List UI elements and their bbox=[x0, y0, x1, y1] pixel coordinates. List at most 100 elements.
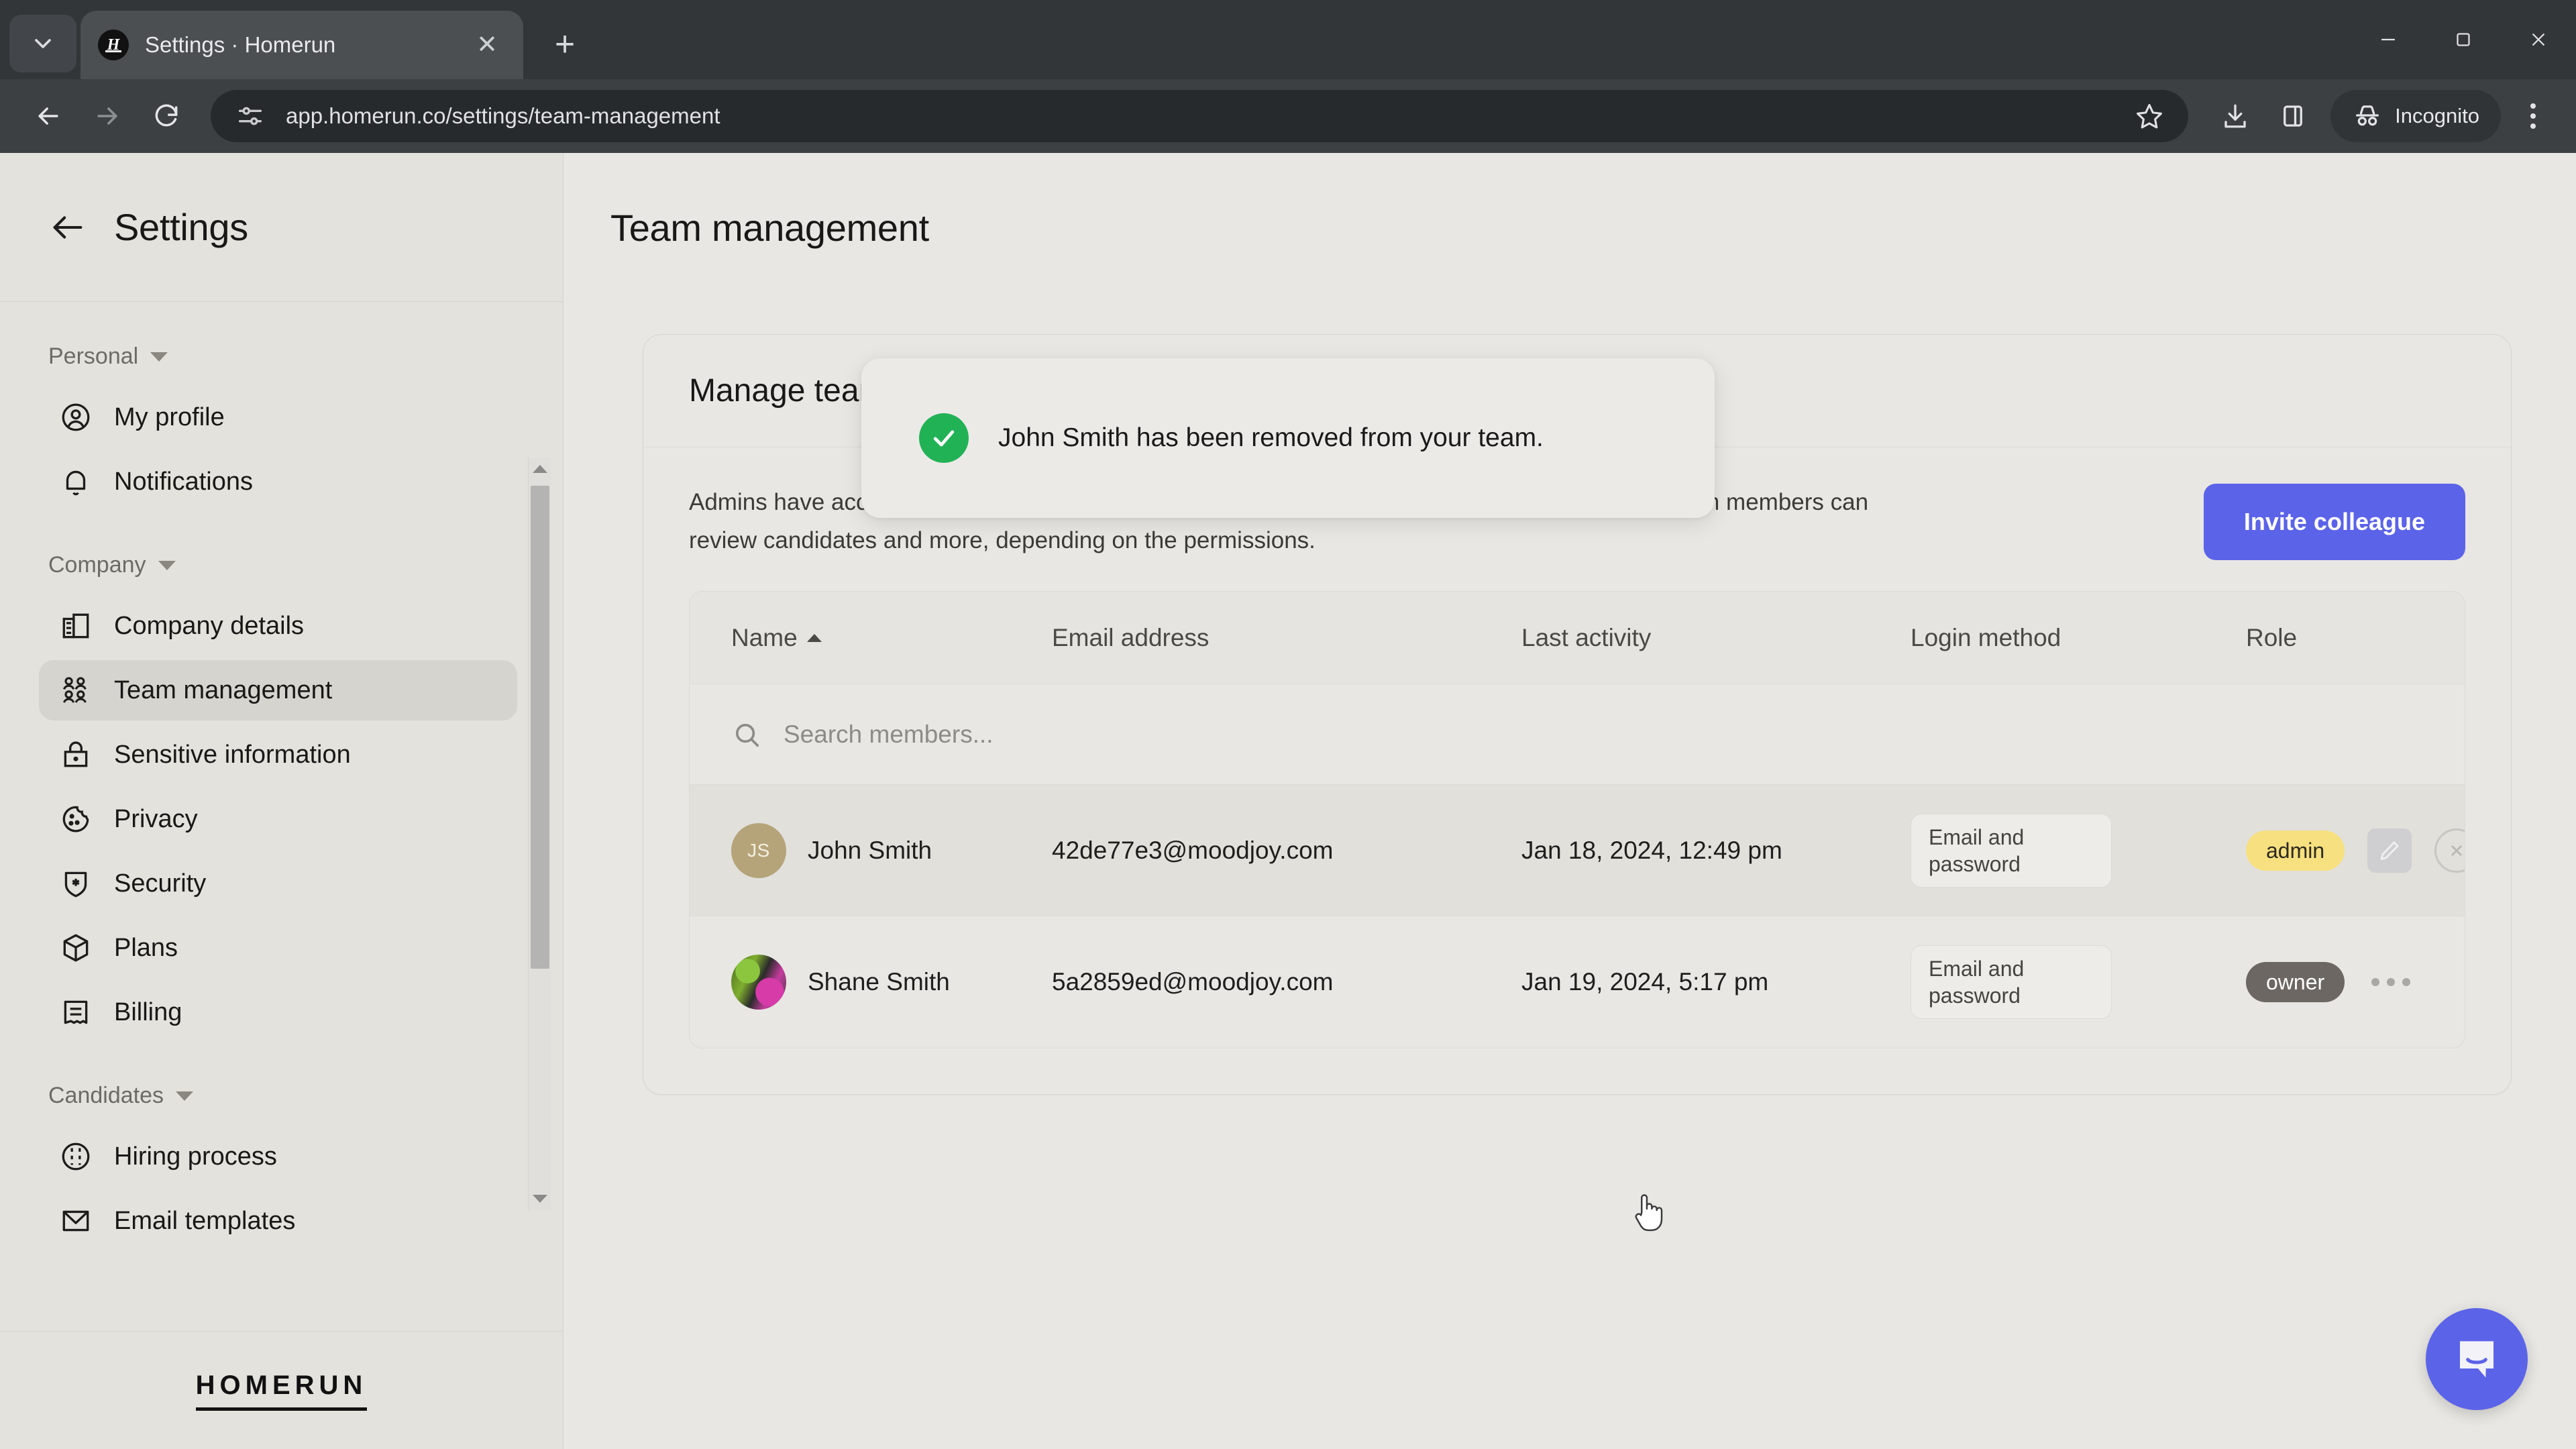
member-email: 42de77e3@moodjoy.com bbox=[1052, 836, 1334, 864]
sidebar-item-email-templates[interactable]: Email templates bbox=[39, 1191, 517, 1251]
new-tab-button[interactable]: + bbox=[538, 17, 592, 71]
caret-down-icon bbox=[533, 1195, 547, 1203]
sidebar-header: Settings bbox=[0, 153, 563, 302]
nav-group-candidates-header[interactable]: Candidates bbox=[0, 1083, 563, 1109]
building-icon bbox=[62, 613, 89, 639]
close-icon bbox=[2451, 845, 2462, 856]
column-header-label: Name bbox=[731, 623, 798, 651]
sidebar-scrollbar[interactable] bbox=[528, 458, 551, 1210]
member-email: 5a2859ed@moodjoy.com bbox=[1052, 968, 1334, 996]
tab-title: Settings · Homerun bbox=[145, 32, 336, 57]
favicon-letter: H bbox=[107, 36, 120, 54]
edit-icon bbox=[2380, 841, 2399, 860]
star-icon[interactable] bbox=[2135, 101, 2164, 131]
column-header-name[interactable]: Name bbox=[690, 624, 1052, 652]
maximize-button[interactable] bbox=[2426, 0, 2501, 79]
sidebar-item-company-details[interactable]: Company details bbox=[39, 596, 517, 656]
window-close-icon bbox=[2532, 33, 2545, 46]
column-header-last-activity[interactable]: Last activity bbox=[1521, 624, 1911, 652]
page-viewport: Settings Personal My profile Notificatio… bbox=[0, 153, 2576, 1449]
chevron-down-icon bbox=[150, 352, 168, 362]
site-settings-icon[interactable] bbox=[235, 101, 266, 131]
sidebar-item-privacy[interactable]: Privacy bbox=[39, 789, 517, 849]
search-input[interactable]: Search members... bbox=[784, 720, 994, 749]
scroll-down-arrow[interactable] bbox=[529, 1187, 551, 1210]
menu-dot bbox=[2530, 103, 2536, 109]
more-options-button[interactable] bbox=[2371, 978, 2411, 986]
table-row[interactable]: JS John Smith 42de77e3@moodjoy.com Jan 1… bbox=[690, 785, 2465, 916]
lock-icon bbox=[64, 741, 88, 767]
chat-bubble-icon bbox=[2460, 1341, 2493, 1378]
sidebar-item-label: Company details bbox=[114, 611, 305, 640]
more-options-icon bbox=[2402, 978, 2411, 986]
login-method-pill: Email and password bbox=[1911, 945, 2112, 1019]
column-header-role[interactable]: Role bbox=[2246, 624, 2465, 652]
column-header-email[interactable]: Email address bbox=[1052, 624, 1521, 652]
member-role-cell: admin bbox=[2246, 828, 2465, 873]
role-badge: owner bbox=[2246, 962, 2345, 1002]
close-window-button[interactable] bbox=[2501, 0, 2576, 79]
sidebar-title: Settings bbox=[114, 206, 248, 248]
scroll-up-arrow[interactable] bbox=[529, 458, 551, 480]
sidebar-item-sensitive-information[interactable]: Sensitive information bbox=[39, 724, 517, 785]
member-name-cell: JS John Smith bbox=[690, 822, 1052, 878]
chevron-down-icon bbox=[35, 39, 51, 48]
address-bar[interactable]: app.homerun.co/settings/team-management bbox=[211, 90, 2189, 142]
minimize-button[interactable] bbox=[2351, 0, 2426, 79]
forward-button[interactable] bbox=[78, 87, 137, 146]
incognito-label: Incognito bbox=[2395, 104, 2479, 127]
more-options-icon bbox=[2371, 978, 2380, 986]
people-group-icon bbox=[63, 677, 87, 703]
reload-button[interactable] bbox=[137, 87, 196, 146]
edit-member-button[interactable] bbox=[2367, 828, 2412, 873]
invite-colleague-button[interactable]: Invite colleague bbox=[2203, 484, 2465, 560]
sidebar-item-hiring-process[interactable]: Hiring process bbox=[39, 1126, 517, 1187]
sidebar-item-security[interactable]: Security bbox=[39, 853, 517, 914]
avatar bbox=[731, 955, 786, 1010]
table-header-row: Name Email address Last activity Login m… bbox=[690, 592, 2465, 684]
maximize-icon bbox=[2457, 33, 2470, 46]
column-header-login-method[interactable]: Login method bbox=[1911, 624, 2246, 652]
sidebar-item-team-management[interactable]: Team management bbox=[39, 660, 517, 720]
user-circle-icon bbox=[62, 403, 90, 431]
browser-window: H Settings · Homerun ✕ + app.homerun.co/… bbox=[0, 0, 2576, 1449]
team-members-table: Name Email address Last activity Login m… bbox=[689, 591, 2465, 1049]
remove-member-button[interactable] bbox=[2434, 828, 2465, 873]
download-icon bbox=[2224, 104, 2246, 128]
sidebar-item-billing[interactable]: Billing bbox=[39, 982, 517, 1042]
sidebar-item-label: Hiring process bbox=[114, 1142, 277, 1171]
downloads-button[interactable] bbox=[2210, 91, 2261, 142]
nav-group-company-header[interactable]: Company bbox=[0, 552, 563, 578]
sidebar-item-label: Privacy bbox=[114, 804, 198, 833]
browser-toolbar: app.homerun.co/settings/team-management … bbox=[0, 79, 2576, 153]
side-panel-button[interactable] bbox=[2267, 91, 2318, 142]
intercom-chat-button[interactable] bbox=[2426, 1308, 2528, 1410]
search-input-wrapper[interactable]: Search members... bbox=[690, 719, 2465, 750]
back-arrow-icon[interactable] bbox=[48, 208, 87, 247]
sidebar-item-label: Notifications bbox=[114, 467, 253, 496]
back-button[interactable] bbox=[19, 87, 78, 146]
browser-menu-button[interactable] bbox=[2509, 91, 2557, 142]
toast-notification: John Smith has been removed from your te… bbox=[861, 358, 1715, 518]
role-badge: admin bbox=[2246, 830, 2345, 871]
browser-tab[interactable]: H Settings · Homerun ✕ bbox=[80, 11, 523, 79]
sidebar-item-plans[interactable]: Plans bbox=[39, 918, 517, 978]
sidebar-item-my-profile[interactable]: My profile bbox=[39, 387, 517, 447]
nav-group-label: Personal bbox=[48, 343, 139, 369]
scrollbar-thumb[interactable] bbox=[531, 486, 549, 969]
table-row[interactable]: Shane Smith 5a2859ed@moodjoy.com Jan 19,… bbox=[690, 916, 2465, 1048]
incognito-indicator[interactable]: Incognito bbox=[2330, 90, 2501, 142]
tab-search-button[interactable] bbox=[9, 15, 76, 72]
chevron-down-icon bbox=[158, 560, 176, 570]
member-login-method-cell: Email and password bbox=[1911, 945, 2246, 1019]
member-name: Shane Smith bbox=[808, 968, 950, 996]
tab-close-button[interactable]: ✕ bbox=[468, 26, 506, 64]
search-members-row[interactable]: Search members... bbox=[690, 684, 2465, 785]
sidebar-item-label: Security bbox=[114, 869, 207, 898]
sidebar-nav: Personal My profile Notifications Compan… bbox=[0, 302, 563, 1331]
nav-group-personal-header[interactable]: Personal bbox=[0, 343, 563, 370]
cookie-icon bbox=[62, 806, 89, 833]
sidebar-item-notifications[interactable]: Notifications bbox=[39, 451, 517, 512]
homerun-logo: HOMERUN bbox=[195, 1371, 368, 1411]
sidebar-item-label: My profile bbox=[114, 402, 225, 431]
